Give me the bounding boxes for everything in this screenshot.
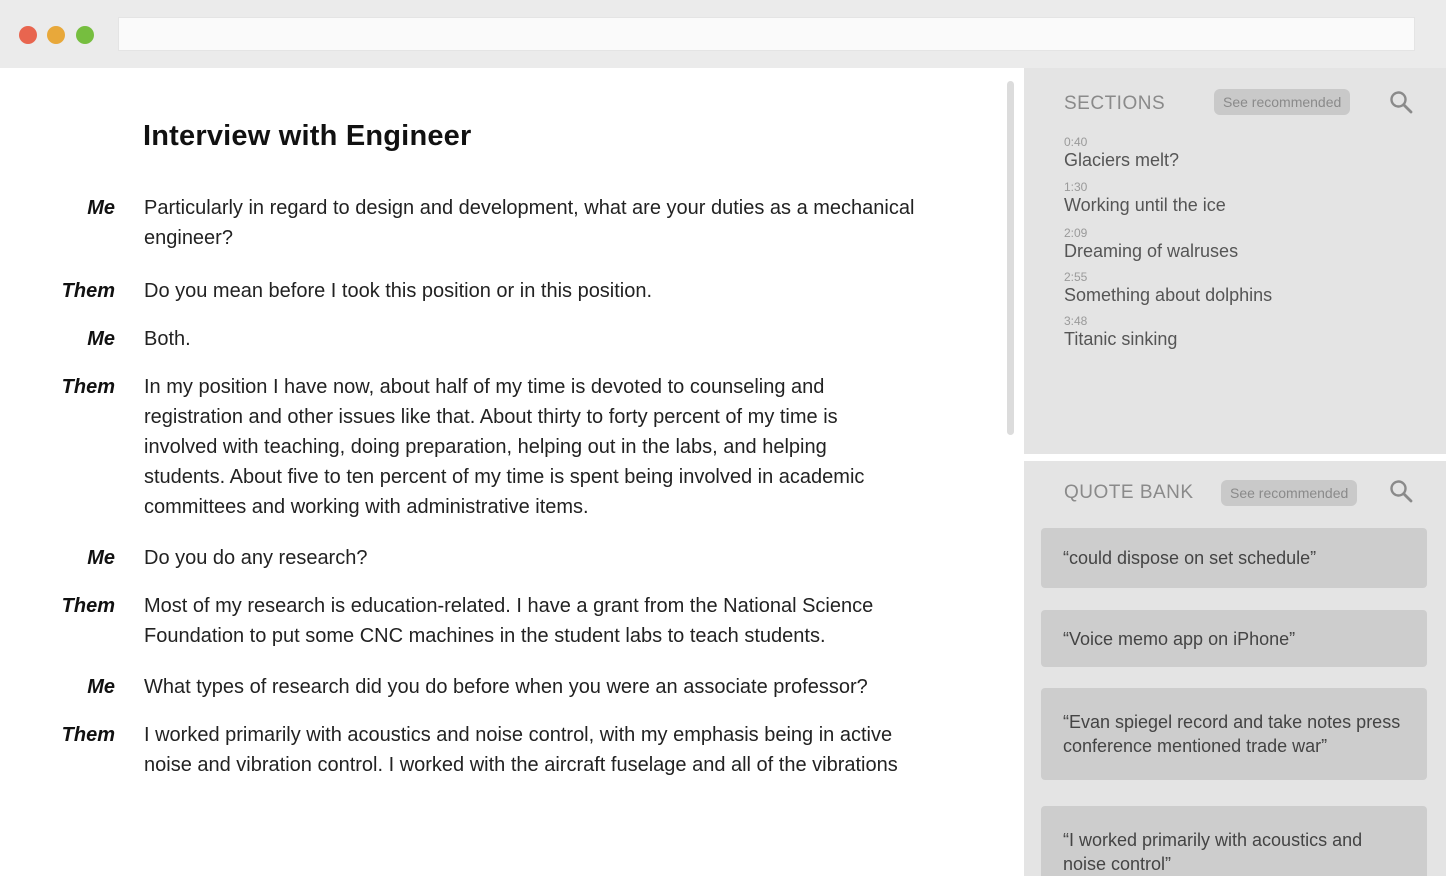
section-item[interactable]: 3:48 Titanic sinking: [1064, 314, 1177, 350]
speaker-label: Me: [87, 197, 115, 219]
minimize-window-button[interactable]: [47, 26, 65, 44]
section-label: Titanic sinking: [1064, 329, 1178, 349]
speaker-label: Me: [87, 676, 115, 698]
quote-text: “Evan spiegel record and take notes pres…: [1063, 712, 1401, 756]
section-label: Working until the ice: [1064, 195, 1226, 215]
address-bar[interactable]: [118, 17, 1415, 51]
quote-card[interactable]: “Evan spiegel record and take notes pres…: [1041, 688, 1427, 780]
section-item[interactable]: 0:40 Glaciers melt?: [1064, 135, 1179, 171]
utterance-text: Most of my research is education-related…: [144, 595, 874, 647]
window-titlebar: [0, 0, 1446, 68]
quote-bank-heading: QUOTE BANK: [1064, 482, 1194, 503]
quote-text: “Voice memo app on iPhone”: [1063, 628, 1296, 649]
utterance-text: Do you do any research?: [144, 547, 368, 569]
section-timestamp: 0:40: [1064, 135, 1088, 149]
speaker-label: Me: [87, 328, 115, 350]
speaker-label: Them: [61, 280, 115, 302]
search-icon[interactable]: [1389, 479, 1413, 503]
section-timestamp: 2:55: [1064, 270, 1088, 284]
close-window-button[interactable]: [19, 26, 37, 44]
quote-bank-see-recommended-button[interactable]: See recommended: [1221, 480, 1358, 506]
page-title: Interview with Engineer: [143, 120, 472, 152]
section-timestamp: 2:09: [1064, 226, 1088, 240]
quote-text: “I worked primarily with acoustics and n…: [1063, 830, 1363, 874]
sections-panel: SECTIONS See recommended 0:40 Glaciers m…: [1024, 68, 1446, 454]
utterance-text: I worked primarily with acoustics and no…: [144, 724, 898, 776]
section-timestamp: 3:48: [1064, 314, 1088, 328]
section-item[interactable]: 2:09 Dreaming of walruses: [1064, 226, 1238, 262]
speaker-label: Me: [87, 547, 115, 569]
speaker-label: Them: [61, 595, 115, 617]
sections-see-recommended-button[interactable]: See recommended: [1214, 89, 1351, 115]
quote-card[interactable]: “could dispose on set schedule”: [1041, 528, 1427, 588]
utterance-text: In my position I have now, about half of…: [144, 376, 865, 518]
section-item[interactable]: 1:30 Working until the ice: [1064, 180, 1226, 216]
section-label: Something about dolphins: [1064, 285, 1273, 305]
section-timestamp: 1:30: [1064, 180, 1088, 194]
utterance-text: Particularly in regard to design and dev…: [144, 197, 915, 249]
utterance-text: Both.: [144, 328, 191, 350]
section-label: Dreaming of walruses: [1064, 241, 1239, 261]
quote-bank-panel: QUOTE BANK See recommended “could dispos…: [1024, 461, 1446, 876]
utterance-text: Do you mean before I took this position …: [144, 280, 653, 302]
speaker-label: Them: [61, 376, 115, 398]
utterance-text: What types of research did you do before…: [144, 676, 868, 698]
speaker-label: Them: [61, 724, 115, 746]
panel-divider: [1024, 454, 1446, 461]
section-label: Glaciers melt?: [1064, 150, 1180, 170]
section-item[interactable]: 2:55 Something about dolphins: [1064, 270, 1272, 306]
transcript-scrollbar[interactable]: [1007, 81, 1014, 435]
quote-text: “could dispose on set schedule”: [1063, 548, 1317, 568]
quote-card[interactable]: “Voice memo app on iPhone”: [1041, 610, 1427, 667]
maximize-window-button[interactable]: [76, 26, 94, 44]
sections-heading: SECTIONS: [1064, 93, 1166, 114]
transcript-pane: Interview with Engineer Me Particularly …: [0, 68, 1024, 876]
search-icon[interactable]: [1389, 90, 1413, 114]
quote-card[interactable]: “I worked primarily with acoustics and n…: [1041, 806, 1427, 876]
